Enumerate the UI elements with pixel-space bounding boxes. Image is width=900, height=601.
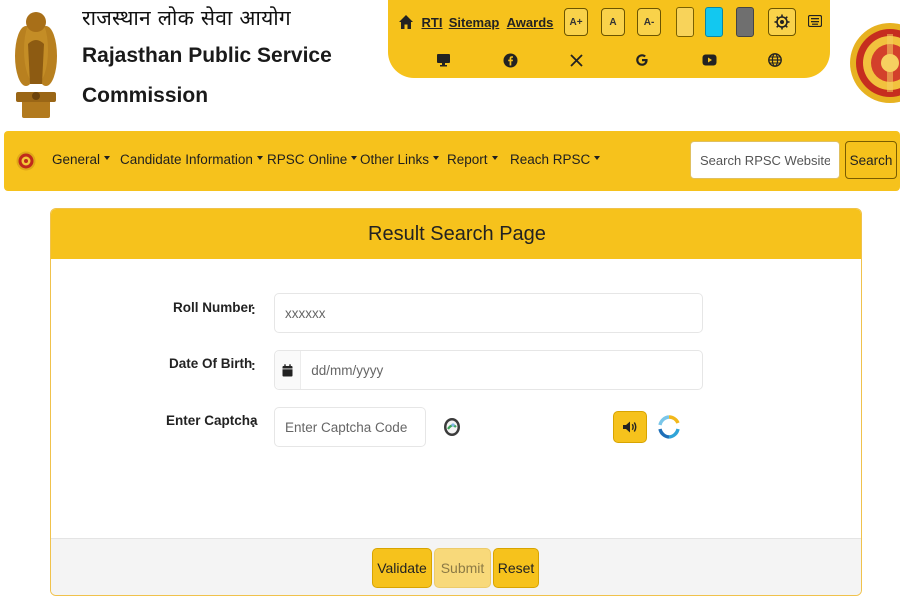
dob-field	[274, 350, 703, 390]
home-icon[interactable]	[394, 10, 418, 34]
roll-number-label: Roll Number	[173, 300, 254, 315]
org-name-hindi: राजस्थान लोक सेवा आयोग	[82, 6, 291, 30]
theme-gray-swatch[interactable]	[736, 7, 754, 37]
rti-link[interactable]: RTI	[421, 6, 443, 38]
dob-colon: :	[251, 357, 256, 373]
caret-down-icon	[351, 156, 358, 161]
form-actions: Validate Submit Reset	[51, 538, 861, 595]
caret-down-icon	[491, 156, 498, 161]
theme-yellow-swatch[interactable]	[676, 7, 694, 37]
captcha-audio-button[interactable]	[613, 411, 647, 443]
youtube-icon[interactable]	[697, 48, 721, 72]
nav-logo-icon[interactable]	[16, 151, 36, 171]
captcha-input[interactable]	[275, 408, 425, 446]
google-icon[interactable]	[630, 48, 654, 72]
result-search-card: Result Search Page Roll Number : Date Of…	[50, 208, 862, 596]
caret-down-icon	[594, 156, 601, 161]
nav-rpsc-online[interactable]: RPSC Online	[267, 152, 358, 167]
sitemap-link[interactable]: Sitemap	[449, 6, 500, 38]
x-icon[interactable]	[564, 48, 588, 72]
speaker-icon	[623, 421, 637, 433]
font-normal-button[interactable]: A	[601, 8, 625, 36]
nav-general[interactable]: General	[52, 152, 111, 167]
nav-other-links[interactable]: Other Links	[360, 152, 440, 167]
caret-down-icon	[256, 156, 263, 161]
site-search-input[interactable]	[690, 141, 840, 179]
monitor-icon[interactable]	[431, 48, 455, 72]
captcha-image	[444, 418, 460, 436]
caret-down-icon	[104, 156, 111, 161]
captcha-refresh-button[interactable]	[654, 411, 684, 443]
org-name-line1: Rajasthan Public Service	[82, 44, 332, 67]
submit-button[interactable]: Submit	[434, 548, 491, 588]
site-search-button[interactable]: Search	[845, 141, 897, 179]
awards-link[interactable]: Awards	[507, 6, 554, 38]
page-title: Result Search Page	[51, 209, 861, 259]
site-header: राजस्थान लोक सेवा आयोग Rajasthan Public …	[0, 0, 900, 130]
gear-icon[interactable]	[768, 8, 796, 36]
font-increase-button[interactable]: A+	[564, 8, 588, 36]
dob-input[interactable]	[301, 351, 702, 389]
font-decrease-button[interactable]: A-	[637, 8, 661, 36]
calendar-icon[interactable]	[275, 351, 302, 389]
nav-report[interactable]: Report	[447, 152, 498, 167]
nav-reach-rpsc[interactable]: Reach RPSC	[510, 152, 601, 167]
state-emblem-logo	[15, 12, 57, 118]
org-name-line2: Commission	[82, 84, 209, 107]
rpsc-seal-logo	[850, 23, 900, 103]
refresh-icon	[658, 415, 680, 439]
main-navbar: General Candidate Information RPSC Onlin…	[4, 131, 900, 191]
utility-bar: RTI Sitemap Awards A+ A A-	[388, 0, 830, 78]
captcha-label: Enter Captcha	[166, 413, 258, 428]
validate-button[interactable]: Validate	[372, 548, 432, 588]
captcha-field	[274, 407, 426, 447]
roll-number-colon: :	[251, 301, 256, 317]
utility-row-links: RTI Sitemap Awards A+ A A-	[388, 6, 830, 38]
nav-candidate-information[interactable]: Candidate Information	[120, 152, 263, 167]
theme-cyan-swatch[interactable]	[705, 7, 723, 37]
roll-number-input[interactable]	[275, 294, 702, 332]
roll-number-field	[274, 293, 703, 333]
keyboard-icon[interactable]	[806, 12, 824, 30]
dob-label: Date Of Birth	[169, 356, 253, 371]
captcha-colon: :	[251, 414, 256, 430]
globe-icon[interactable]	[763, 48, 787, 72]
facebook-icon[interactable]	[498, 48, 522, 72]
utility-row-social	[388, 46, 830, 74]
reset-button[interactable]: Reset	[493, 548, 539, 588]
caret-down-icon	[433, 156, 440, 161]
